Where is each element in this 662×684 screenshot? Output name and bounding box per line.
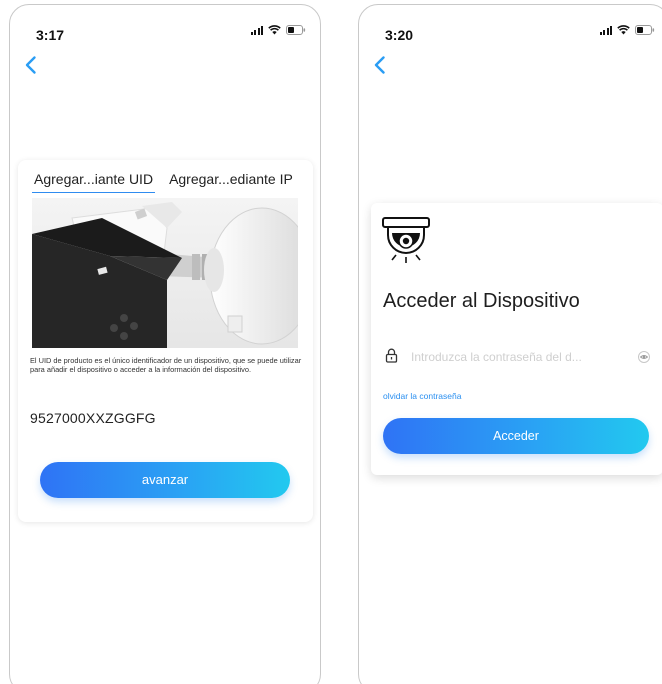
advance-button[interactable]: avanzar [40,462,290,498]
back-button[interactable] [24,55,44,77]
battery-icon [286,25,306,35]
login-button[interactable]: Acceder [383,418,649,454]
uid-value: 9527000XXZGGFG [30,410,156,426]
status-time: 3:20 [385,27,414,43]
signal-icon [599,25,612,35]
forgot-password-link[interactable]: olvidar la contraseña [383,391,461,401]
eye-icon[interactable] [637,350,651,368]
phone-screen-add-device: 3:17 Agregar...iante UID Agregar...edian… [9,4,321,684]
device-login-card: Acceder al Dispositivo olvidar la contra… [371,203,662,475]
tab-add-by-ip[interactable]: Agregar...ediante IP [167,171,295,193]
lock-icon [385,348,398,368]
wifi-icon [617,25,630,35]
battery-icon [635,25,655,35]
add-device-card: Agregar...iante UID Agregar...ediante IP [18,160,313,522]
wifi-icon [268,25,281,35]
login-title: Acceder al Dispositivo [383,290,580,312]
back-button[interactable] [373,55,393,77]
product-image [32,198,298,348]
password-field-row [383,346,655,368]
status-icons [599,25,656,35]
password-input[interactable] [411,346,619,368]
add-method-tabs: Agregar...iante UID Agregar...ediante IP [32,171,305,193]
dome-camera-icon [382,217,436,275]
status-time: 3:17 [36,27,65,43]
tab-add-by-uid[interactable]: Agregar...iante UID [32,171,156,193]
chevron-left-icon [25,56,36,74]
uid-description: El UID de producto es el único identific… [30,356,302,375]
status-icons [250,25,307,35]
signal-icon [250,25,263,35]
chevron-left-icon [374,56,385,74]
phone-screen-device-login: 3:20 Acceder al Dispositivo olvidar la c… [358,4,662,684]
